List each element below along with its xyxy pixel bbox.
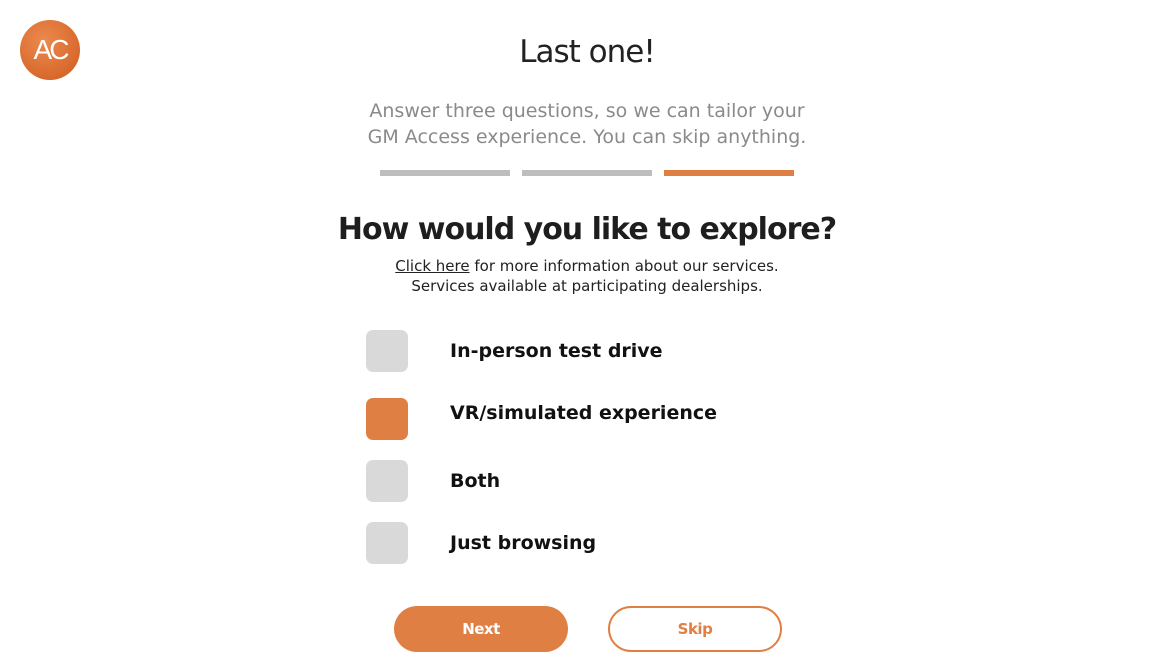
progress-step-3-active: [664, 170, 794, 176]
question-info: Click here for more information about ou…: [0, 256, 1174, 296]
option-in-person-test-drive[interactable]: In-person test drive: [366, 330, 826, 372]
next-button[interactable]: Next: [394, 606, 568, 652]
question-title: How would you like to explore?: [337, 212, 837, 247]
info-line-2: Services available at participating deal…: [411, 277, 763, 295]
info-line-1: Click here for more information about ou…: [0, 256, 1174, 276]
progress-step-1: [380, 170, 510, 176]
onboarding-page: AC Last one! Answer three questions, so …: [0, 0, 1174, 660]
option-checkbox[interactable]: [366, 522, 408, 564]
option-checkbox[interactable]: [366, 330, 408, 372]
option-label: VR/simulated experience: [450, 402, 718, 424]
option-vr-simulated-experience[interactable]: VR/simulated experience: [366, 398, 826, 440]
option-just-browsing[interactable]: Just browsing: [366, 522, 826, 564]
option-checkbox[interactable]: [366, 460, 408, 502]
option-label: In-person test drive: [450, 340, 663, 362]
progress-step-2: [522, 170, 652, 176]
info-text: for more information about our services.: [469, 257, 779, 275]
option-label: Just browsing: [450, 532, 597, 554]
subtitle-line-2: GM Access experience. You can skip anyth…: [367, 126, 807, 148]
option-checkbox-selected[interactable]: [366, 398, 408, 440]
page-subtitle: Answer three questions, so we can tailor…: [337, 98, 837, 150]
subtitle-line-1: Answer three questions, so we can tailor…: [369, 100, 805, 122]
skip-button[interactable]: Skip: [608, 606, 782, 652]
page-title: Last one!: [519, 34, 656, 70]
option-label: Both: [450, 470, 501, 492]
click-here-link[interactable]: Click here: [395, 257, 469, 275]
option-both[interactable]: Both: [366, 460, 826, 502]
